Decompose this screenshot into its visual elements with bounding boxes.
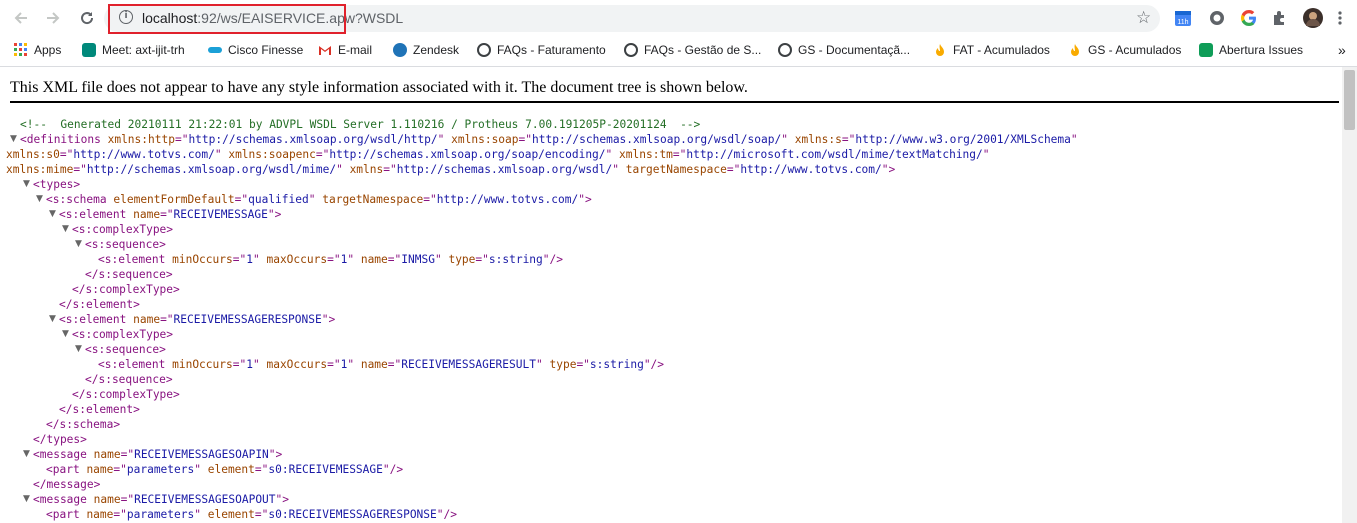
xml-style-notice: This XML file does not appear to have an… (10, 79, 748, 96)
collapse-triangle-icon[interactable]: ▼ (36, 192, 46, 207)
sequence-close-tag: </s:sequence> (85, 268, 173, 281)
apps-grid-icon (14, 43, 28, 57)
flame-icon (1068, 43, 1082, 57)
collapse-triangle-icon[interactable]: ▼ (75, 342, 85, 357)
element-close-tag: </s:element> (59, 298, 140, 311)
faq-icon (624, 43, 638, 57)
types-close-tag: </types> (33, 433, 87, 446)
bookmark-faqs-faturamento[interactable]: FAQs - Faturamento (477, 42, 606, 58)
reload-icon[interactable] (76, 7, 98, 29)
url-highlight-box (108, 4, 346, 34)
bookmark-abertura-issues[interactable]: Abertura Issues (1199, 42, 1303, 58)
schema-open-tag: <s:schema elementFormDefault="qualified"… (46, 193, 592, 206)
vertical-scrollbar[interactable] (1342, 67, 1357, 523)
bookmark-star-icon[interactable]: ☆ (1136, 8, 1151, 28)
profile-avatar[interactable] (1303, 8, 1323, 28)
collapse-triangle-icon[interactable]: ▼ (49, 207, 59, 222)
xml-comment: <!-- Generated 20210111 21:22:01 by ADVP… (20, 118, 701, 131)
bookmark-gs-documentacao[interactable]: GS - Documentaçã... (778, 42, 910, 58)
collapse-triangle-icon[interactable]: ▼ (75, 237, 85, 252)
message-soapout-tag: <message name="RECEIVEMESSAGESOAPOUT"> (33, 493, 290, 506)
bookmark-faqs-gestao[interactable]: FAQs - Gestão de S... (624, 42, 761, 58)
puzzle-extensions-icon[interactable] (1271, 9, 1289, 27)
complextype-open-tag: <s:complexType> (72, 328, 174, 341)
google-meet-icon (82, 43, 96, 57)
google-icon[interactable] (1240, 9, 1258, 27)
calendar-extension-icon[interactable]: 11h (1174, 9, 1192, 27)
forward-arrow-icon[interactable] (42, 7, 64, 29)
complextype-open-tag: <s:complexType> (72, 223, 174, 236)
collapse-triangle-icon[interactable]: ▼ (23, 177, 33, 192)
types-open-tag: <types> (33, 178, 81, 191)
faq-icon (477, 43, 491, 57)
sequence-close-tag: </s:sequence> (85, 373, 173, 386)
bookmark-cisco-finesse[interactable]: Cisco Finesse (208, 42, 303, 58)
part-tag: <part name="parameters" element="s0:RECE… (46, 508, 457, 521)
element-receivemessageresponse-tag: <s:element name="RECEIVEMESSAGERESPONSE"… (59, 313, 336, 326)
collapse-triangle-icon[interactable]: ▼ (10, 132, 20, 147)
zendesk-icon (393, 43, 407, 57)
bookmark-zendesk[interactable]: Zendesk (393, 42, 459, 58)
bookmark-apps[interactable]: Apps (14, 42, 61, 58)
collapse-triangle-icon[interactable]: ▼ (62, 222, 72, 237)
definitions-open-tag: <definitions xmlns:http="http://schemas.… (20, 133, 1078, 146)
toolbar-divider (0, 66, 1357, 67)
complextype-close-tag: </s:complexType> (72, 283, 180, 296)
collapse-triangle-icon[interactable]: ▼ (49, 312, 59, 327)
gmail-icon (318, 43, 332, 57)
part-tag: <part name="parameters" element="s0:RECE… (46, 463, 404, 476)
definitions-attrs-line-2: xmlns:s0="http://www.totvs.com/" xmlns:s… (6, 148, 990, 161)
scrollbar-thumb[interactable] (1344, 70, 1355, 130)
definitions-attrs-line-3: xmlns:mime="http://schemas.xmlsoap.org/w… (6, 163, 896, 176)
sequence-open-tag: <s:sequence> (85, 238, 166, 251)
flame-icon (933, 43, 947, 57)
collapse-triangle-icon[interactable]: ▼ (23, 492, 33, 507)
collapse-triangle-icon[interactable]: ▼ (62, 327, 72, 342)
message-soapin-tag: <message name="RECEIVEMESSAGESOAPIN"> (33, 448, 283, 461)
back-arrow-icon[interactable] (10, 7, 32, 29)
complextype-close-tag: </s:complexType> (72, 388, 180, 401)
element-receivemessage-tag: <s:element name="RECEIVEMESSAGE"> (59, 208, 282, 221)
schema-close-tag: </s:schema> (46, 418, 121, 431)
element-inmsg-tag: <s:element minOccurs="1" maxOccurs="1" n… (98, 253, 563, 266)
more-menu-icon[interactable] (1335, 9, 1345, 27)
more-bookmarks-chevron-icon[interactable]: » (1338, 42, 1346, 58)
bookmark-meet[interactable]: Meet: axt-ijit-trh (82, 42, 185, 58)
element-result-tag: <s:element minOccurs="1" maxOccurs="1" n… (98, 358, 665, 371)
faq-icon (778, 43, 792, 57)
bookmark-fat-acumulados[interactable]: FAT - Acumulados (933, 42, 1050, 58)
notice-divider (10, 101, 1339, 103)
collapse-triangle-icon[interactable]: ▼ (23, 447, 33, 462)
sheets-icon (1199, 43, 1213, 57)
browser-toolbar: i localhost:92/ws/EAISERVICE.apw?WSDL ☆ … (0, 0, 1357, 36)
message-close-tag: </message> (33, 478, 101, 491)
cisco-icon (208, 47, 222, 53)
extension-circle-icon[interactable] (1208, 9, 1226, 27)
element-close-tag: </s:element> (59, 403, 140, 416)
bookmark-gs-acumulados[interactable]: GS - Acumulados (1068, 42, 1181, 58)
svg-text:11h: 11h (1177, 19, 1188, 26)
sequence-open-tag: <s:sequence> (85, 343, 166, 356)
bookmark-email[interactable]: E-mail (318, 42, 372, 58)
